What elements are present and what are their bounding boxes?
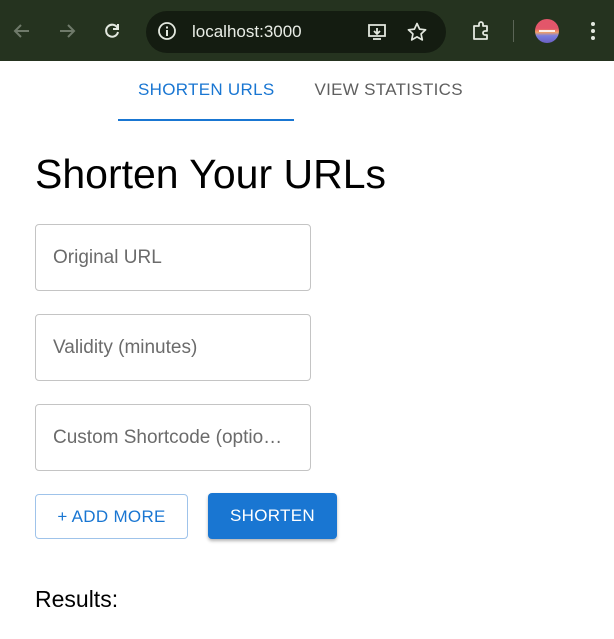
extensions-icon[interactable] xyxy=(470,20,492,47)
back-icon[interactable] xyxy=(11,20,33,42)
validity-field xyxy=(35,314,311,381)
install-app-icon[interactable] xyxy=(366,21,388,48)
shorten-button[interactable]: SHORTEN xyxy=(208,493,337,539)
profile-avatar[interactable] xyxy=(535,19,559,43)
results-heading: Results: xyxy=(35,586,119,612)
site-info-icon[interactable] xyxy=(157,21,177,41)
tab-shorten-urls[interactable]: SHORTEN URLS xyxy=(118,61,295,121)
reload-icon[interactable] xyxy=(101,20,123,42)
tab-bar: SHORTEN URLS VIEW STATISTICS xyxy=(118,61,483,121)
validity-input[interactable] xyxy=(36,315,310,380)
browser-toolbar: localhost:3000 xyxy=(0,0,614,61)
custom-shortcode-field xyxy=(35,404,311,471)
toolbar-divider xyxy=(513,20,514,42)
menu-dots-icon[interactable] xyxy=(586,20,600,47)
bookmark-star-icon[interactable] xyxy=(406,21,428,48)
address-url[interactable]: localhost:3000 xyxy=(192,22,302,42)
original-url-input[interactable] xyxy=(36,225,310,290)
tab-view-statistics[interactable]: VIEW STATISTICS xyxy=(294,61,482,121)
add-more-button[interactable]: + ADD MORE xyxy=(35,494,188,539)
page-title: Shorten Your URLs xyxy=(35,151,387,197)
forward-icon[interactable] xyxy=(56,20,78,42)
custom-shortcode-input[interactable] xyxy=(36,405,310,470)
address-bar[interactable]: localhost:3000 xyxy=(146,11,446,53)
original-url-field xyxy=(35,224,311,291)
